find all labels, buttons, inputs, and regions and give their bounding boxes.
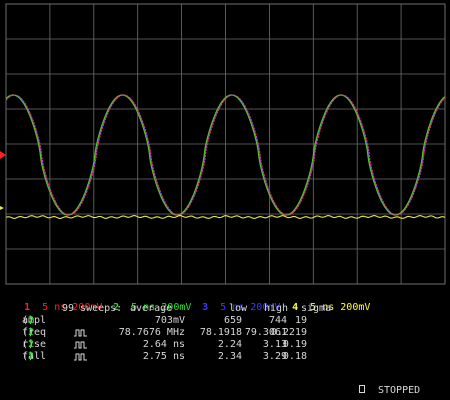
param-name: ampl(2) [22,315,47,326]
value-sigma: 19 [294,315,307,326]
param-name: freq(2) [22,327,47,338]
acquisition-status[interactable]: STOPPED [378,385,420,396]
value-low: 659 [223,315,242,326]
scope-display [0,0,450,288]
value-sigma: 0.19 [282,339,307,350]
value-average: 703mV [154,315,185,326]
value-low: 2.24 [217,339,242,350]
value-low: 78.1918 [199,327,242,338]
value-average: 2.75 ns [142,351,185,362]
stats-row-fall[interactable]: fall(2) 2.75 ns 2.34 3.29 0.18 [0,351,450,363]
value-sigma: 0.18 [282,351,307,362]
value-sigma: 0.2219 [270,327,307,338]
value-average: 78.7676 MHz [118,327,185,338]
param-name: rise(2) [22,339,47,350]
stop-square-icon[interactable] [359,385,365,393]
pulse-shape-icon [74,353,88,365]
value-high: 744 [268,315,287,326]
header-sigma: sigma [301,303,332,314]
stats-row-ampl[interactable]: ampl(2) 703mV 659 744 19 [0,315,450,327]
value-average: 2.64 ns [142,339,185,350]
sweeps-count: 99 sweeps: [62,303,123,314]
param-name: fall(2) [22,351,47,362]
waveform-graticule [0,3,446,285]
value-low: 2.34 [217,351,242,362]
header-average: average [130,303,173,314]
stats-header-row: 99 sweeps: average low high sigma [0,303,450,315]
channel-4-ground-marker [0,206,4,210]
stats-row-freq[interactable]: freq(2) 78.7676 MHz 78.1918 79.3061 0.2219 [0,327,450,339]
header-low: low [229,303,248,314]
stats-row-rise[interactable]: rise(2) 2.64 ns 2.24 3.13 0.19 [0,339,450,351]
header-high: high [264,303,289,314]
trigger-level-marker [0,151,6,159]
